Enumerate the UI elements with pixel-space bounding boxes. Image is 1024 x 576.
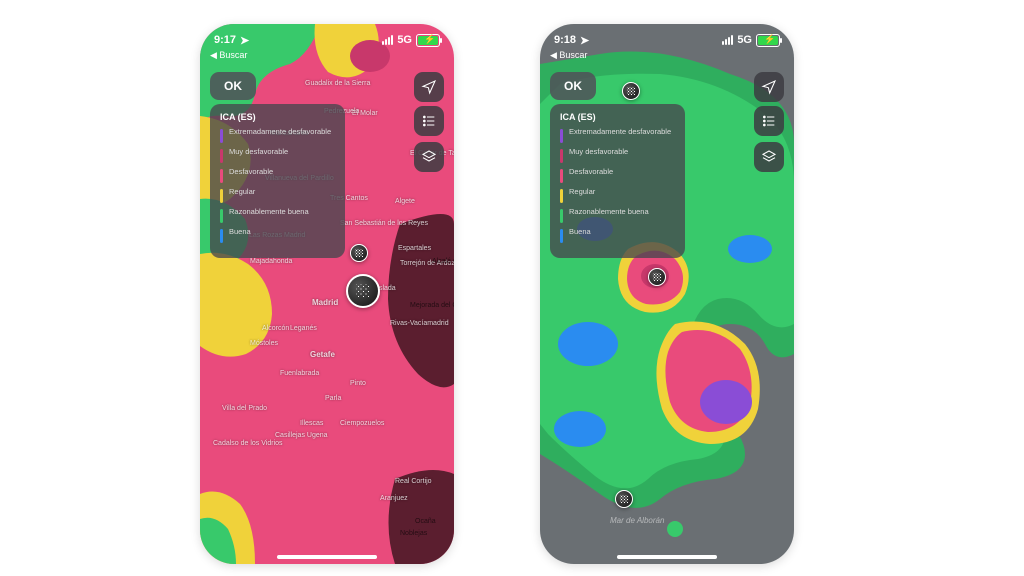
legend-label: Regular bbox=[229, 188, 255, 197]
place-label: Mejorada del Campo bbox=[410, 302, 454, 309]
legend-row: Buena bbox=[220, 228, 335, 243]
legend-label: Razonablemente buena bbox=[569, 208, 649, 217]
legend-row: Muy desfavorable bbox=[220, 148, 335, 163]
legend-row: Extremadamente desfavorable bbox=[220, 128, 335, 143]
phone-screenshot-left: 9:17 ➤ 5G ⚡ ◀ Buscar OK ICA (ES) Extremad… bbox=[200, 24, 454, 564]
location-arrow-icon: ➤ bbox=[580, 34, 589, 47]
place-label: Illescas bbox=[300, 420, 323, 427]
legend-swatch bbox=[220, 229, 223, 243]
legend-swatch bbox=[560, 209, 563, 223]
status-bar: 9:18 ➤ 5G ⚡ bbox=[540, 30, 794, 50]
legend-panel: ICA (ES) Extremadamente desfavorable Muy … bbox=[550, 104, 685, 258]
legend-row: Razonablemente buena bbox=[220, 208, 335, 223]
place-label: Ocaña bbox=[415, 518, 436, 525]
battery-icon: ⚡ bbox=[756, 34, 780, 47]
legend-title: ICA (ES) bbox=[560, 112, 675, 122]
locate-button[interactable] bbox=[414, 72, 444, 102]
home-indicator[interactable] bbox=[277, 555, 377, 559]
status-bar: 9:17 ➤ 5G ⚡ bbox=[200, 30, 454, 50]
legend-row: Regular bbox=[220, 188, 335, 203]
network-label: 5G bbox=[397, 34, 412, 46]
user-location-marker[interactable] bbox=[648, 268, 666, 286]
legend-label: Regular bbox=[569, 188, 595, 197]
legend-label: Extremadamente desfavorable bbox=[569, 128, 671, 137]
locate-button[interactable] bbox=[754, 72, 784, 102]
legend-swatch bbox=[560, 229, 563, 243]
status-time: 9:18 bbox=[554, 34, 576, 46]
place-label: Espartales bbox=[398, 245, 431, 252]
legend-label: Muy desfavorable bbox=[229, 148, 288, 157]
legend-swatch bbox=[220, 129, 223, 143]
place-label: Alcalá de Henares bbox=[432, 258, 454, 265]
legend-swatch bbox=[220, 209, 223, 223]
map-sensor-marker[interactable] bbox=[350, 244, 368, 262]
map-sensor-marker[interactable] bbox=[615, 490, 633, 508]
phone-screenshot-right: 9:18 ➤ 5G ⚡ ◀ Buscar OK ICA (ES) Extremad… bbox=[540, 24, 794, 564]
sea-label: Mar de Alborán bbox=[610, 516, 664, 525]
legend-label: Desfavorable bbox=[569, 168, 613, 177]
list-button[interactable] bbox=[414, 106, 444, 136]
legend-row: Desfavorable bbox=[220, 168, 335, 183]
legend-panel: ICA (ES) Extremadamente desfavorable Muy … bbox=[210, 104, 345, 258]
legend-label: Extremadamente desfavorable bbox=[229, 128, 331, 137]
ok-button[interactable]: OK bbox=[210, 72, 256, 100]
place-label: Algete bbox=[395, 198, 415, 205]
place-label: Noblejas bbox=[400, 530, 427, 537]
legend-items: Extremadamente desfavorable Muy desfavora… bbox=[560, 128, 675, 243]
user-location-marker[interactable] bbox=[346, 274, 380, 308]
legend-swatch bbox=[220, 169, 223, 183]
network-label: 5G bbox=[737, 34, 752, 46]
place-label: Majadahonda bbox=[250, 258, 292, 265]
legend-row: Regular bbox=[560, 188, 675, 203]
legend-swatch bbox=[560, 189, 563, 203]
place-label: Pinto bbox=[350, 380, 366, 387]
legend-label: Razonablemente buena bbox=[229, 208, 309, 217]
place-label: Real Cortijo bbox=[395, 478, 432, 485]
legend-swatch bbox=[560, 149, 563, 163]
place-label: Leganés bbox=[290, 325, 317, 332]
legend-row: Razonablemente buena bbox=[560, 208, 675, 223]
back-to-app[interactable]: ◀ Buscar bbox=[210, 50, 247, 61]
layers-button[interactable] bbox=[414, 142, 444, 172]
place-label: Getafe bbox=[310, 350, 335, 359]
place-label: Parla bbox=[325, 395, 341, 402]
place-label: Madrid bbox=[312, 298, 338, 307]
ok-button[interactable]: OK bbox=[550, 72, 596, 100]
battery-icon: ⚡ bbox=[416, 34, 440, 47]
place-label: Alcorcón bbox=[262, 325, 289, 332]
place-label: Villa del Prado bbox=[222, 405, 267, 412]
location-arrow-icon: ➤ bbox=[240, 34, 249, 47]
legend-row: Buena bbox=[560, 228, 675, 243]
legend-title: ICA (ES) bbox=[220, 112, 335, 122]
legend-label: Muy desfavorable bbox=[569, 148, 628, 157]
legend-row: Extremadamente desfavorable bbox=[560, 128, 675, 143]
place-label: Rivas-Vacíamadrid bbox=[390, 320, 449, 327]
legend-row: Muy desfavorable bbox=[560, 148, 675, 163]
legend-label: Buena bbox=[229, 228, 251, 237]
back-to-app[interactable]: ◀ Buscar bbox=[550, 50, 587, 61]
legend-label: Buena bbox=[569, 228, 591, 237]
legend-label: Desfavorable bbox=[229, 168, 273, 177]
place-label: Móstoles bbox=[250, 340, 278, 347]
layers-button[interactable] bbox=[754, 142, 784, 172]
place-label: Fuenlabrada bbox=[280, 370, 319, 377]
place-label: Ciempozuelos bbox=[340, 420, 384, 427]
signal-icon bbox=[722, 35, 733, 45]
place-label: Cadalso de los Vidrios bbox=[213, 440, 283, 447]
place-label: Guadalix de la Sierra bbox=[305, 80, 370, 87]
legend-row: Desfavorable bbox=[560, 168, 675, 183]
list-button[interactable] bbox=[754, 106, 784, 136]
legend-swatch bbox=[220, 189, 223, 203]
legend-swatch bbox=[560, 129, 563, 143]
place-label: Casillejas Ugena bbox=[275, 432, 328, 439]
legend-swatch bbox=[560, 169, 563, 183]
status-time: 9:17 bbox=[214, 34, 236, 46]
signal-icon bbox=[382, 35, 393, 45]
legend-items: Extremadamente desfavorable Muy desfavora… bbox=[220, 128, 335, 243]
place-label: San Sebastián de los Reyes bbox=[340, 220, 428, 227]
legend-swatch bbox=[220, 149, 223, 163]
home-indicator[interactable] bbox=[617, 555, 717, 559]
map-sensor-marker[interactable] bbox=[622, 82, 640, 100]
place-label: Aranjuez bbox=[380, 495, 408, 502]
